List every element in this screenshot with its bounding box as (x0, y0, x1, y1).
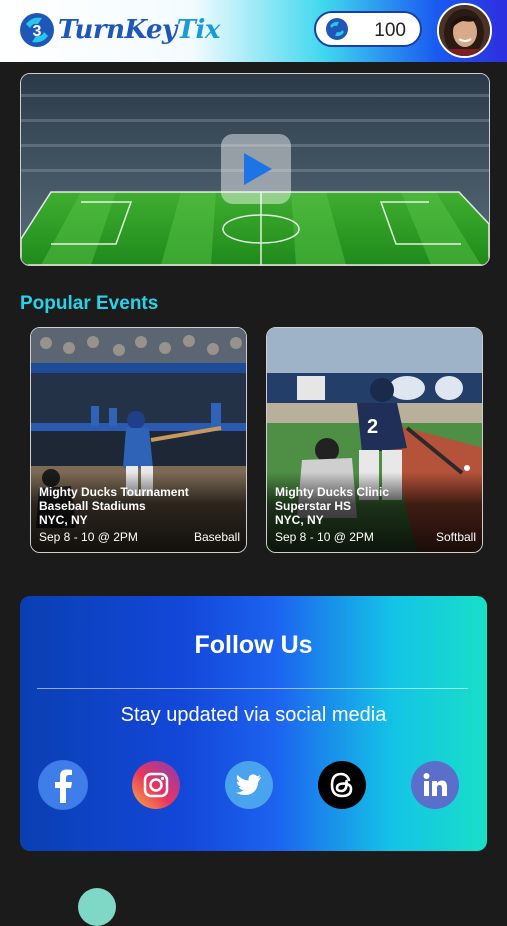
app-header: 3 TurnKeyTix 100 (0, 0, 507, 62)
threads-button[interactable] (317, 760, 367, 810)
play-button[interactable] (221, 134, 291, 204)
event-location: NYC, NY (275, 513, 324, 527)
twitter-icon (225, 761, 273, 809)
token-count: 100 (374, 20, 406, 41)
svg-text:2: 2 (367, 416, 378, 438)
event-venue: Baseball Stadiums (39, 499, 146, 513)
event-card[interactable]: 2 Mighty Ducks Clinic Superstar HS NYC, … (266, 327, 483, 553)
token-coin-icon (326, 18, 348, 40)
linkedin-button[interactable] (410, 760, 460, 810)
follow-us-subtitle: Stay updated via social media (120, 704, 387, 726)
follow-us-panel: Follow Us Stay updated via social media (20, 596, 487, 851)
event-sport: Baseball (193, 530, 240, 544)
avatar-image (439, 5, 490, 56)
event-date: Sep 8 - 10 @ 2PM (275, 530, 374, 544)
divider (37, 688, 468, 689)
svg-text:3: 3 (33, 23, 42, 40)
facebook-icon (39, 761, 87, 809)
instagram-button[interactable] (131, 760, 181, 810)
featured-video[interactable] (20, 73, 490, 266)
popular-events-title: Popular Events (20, 293, 159, 314)
user-avatar[interactable] (437, 3, 492, 58)
logo-wordmark: TurnKeyTix (58, 15, 220, 45)
turnkey-logo-icon: 3 (20, 13, 54, 47)
threads-icon (318, 761, 366, 809)
event-info: Mighty Ducks Tournament Baseball Stadium… (39, 485, 240, 544)
instagram-icon (132, 761, 180, 809)
event-venue: Superstar HS (275, 499, 352, 513)
follow-us-title: Follow Us (194, 631, 313, 659)
token-balance[interactable]: 100 (314, 11, 422, 47)
event-location: NYC, NY (39, 513, 88, 527)
twitter-button[interactable] (224, 760, 274, 810)
event-card[interactable]: Mighty Ducks Tournament Baseball Stadium… (30, 327, 247, 553)
play-icon (244, 153, 272, 185)
event-title: Mighty Ducks Tournament (39, 485, 189, 499)
bottom-nav-icon[interactable] (78, 888, 116, 926)
facebook-button[interactable] (38, 760, 88, 810)
event-title: Mighty Ducks Clinic (275, 485, 390, 499)
event-date: Sep 8 - 10 @ 2PM (39, 530, 138, 544)
linkedin-icon (411, 761, 459, 809)
event-sport: Softball (435, 530, 476, 544)
app-logo[interactable]: 3 TurnKeyTix (18, 10, 220, 50)
event-info: Mighty Ducks Clinic Superstar HS NYC, NY… (275, 485, 476, 544)
